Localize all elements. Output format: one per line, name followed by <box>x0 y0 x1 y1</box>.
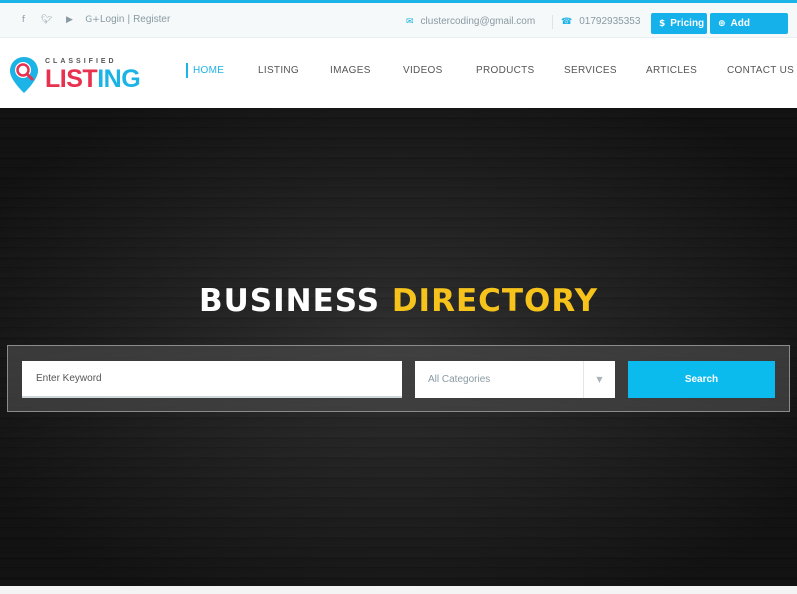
nav-products[interactable]: PRODUCTS <box>476 65 535 76</box>
chevron-down-icon[interactable]: ▼ <box>583 361 615 398</box>
nav-contact-us[interactable]: CONTACT US <box>727 65 794 76</box>
category-select[interactable]: All Categories ▼ <box>415 361 615 398</box>
logo-wordmark: LISTING <box>45 65 141 93</box>
main-header: CLASSIFIED LISTING HOME LISTING IMAGES V… <box>0 38 797 108</box>
email-text: clustercoding@gmail.com <box>420 16 536 27</box>
phone-icon: ☎ <box>561 17 573 27</box>
add-listing-button[interactable]: ⊕Add Listing <box>710 13 788 51</box>
hero-section: BUSINESS DIRECTORY All Categories ▼ Sear… <box>0 108 797 586</box>
facebook-icon[interactable]: f <box>12 15 35 25</box>
nav-videos[interactable]: VIDEOS <box>403 65 443 76</box>
contact-phone[interactable]: ☎ 01792935353 <box>561 16 640 27</box>
register-link[interactable]: Register <box>133 14 170 25</box>
youtube-icon[interactable]: ▶ <box>58 15 81 25</box>
divider <box>552 15 553 29</box>
search-panel: All Categories ▼ Search <box>7 345 790 412</box>
top-bar: f 🐦︎ ▶ G+ Login | Register ✉ clustercoding@… <box>0 0 797 51</box>
active-nav-indicator <box>186 63 188 78</box>
login-link[interactable]: Login <box>100 14 124 25</box>
hero-title-yellow: DIRECTORY <box>391 283 599 319</box>
hero-title: BUSINESS DIRECTORY <box>0 283 797 319</box>
nav-home[interactable]: HOME <box>193 65 224 76</box>
plus-circle-icon: ⊕ <box>718 19 726 29</box>
page-bottom-strip <box>0 586 797 594</box>
nav-articles[interactable]: ARTICLES <box>646 65 697 76</box>
category-selected-value: All Categories <box>428 374 491 385</box>
auth-links: Login | Register <box>100 14 170 25</box>
twitter-icon[interactable]: 🐦︎ <box>35 15 58 25</box>
search-button[interactable]: Search <box>628 361 775 398</box>
phone-text: 01792935353 <box>579 16 641 27</box>
pricing-label: Pricing <box>670 18 705 29</box>
nav-services[interactable]: SERVICES <box>564 65 617 76</box>
auth-separator: | <box>127 14 131 25</box>
pricing-button[interactable]: $ Pricing <box>651 13 707 34</box>
map-pin-search-icon <box>10 57 38 93</box>
keyword-input[interactable] <box>22 361 402 398</box>
nav-images[interactable]: IMAGES <box>330 65 371 76</box>
contact-email[interactable]: ✉ clustercoding@gmail.com <box>406 16 535 27</box>
dollar-icon: $ <box>659 19 666 29</box>
nav-listing[interactable]: LISTING <box>258 65 299 76</box>
hero-title-white: BUSINESS <box>198 283 381 319</box>
envelope-icon: ✉ <box>406 17 414 27</box>
site-logo[interactable]: CLASSIFIED LISTING <box>8 53 141 95</box>
social-links: f 🐦︎ ▶ G+ <box>12 15 104 25</box>
